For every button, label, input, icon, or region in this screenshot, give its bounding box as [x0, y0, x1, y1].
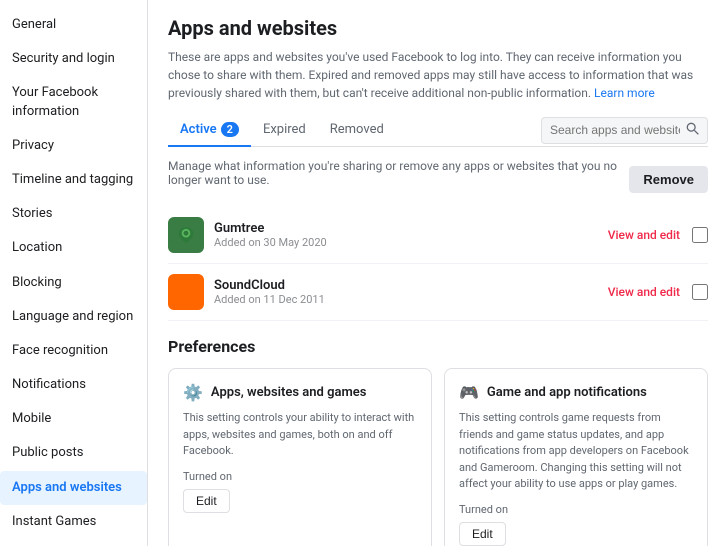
apps-games-title: Apps, websites and games — [211, 385, 367, 400]
pref-card-apps-websites-games: ⚙️ Apps, websites and games This setting… — [168, 368, 432, 546]
game-notif-title: Game and app notifications — [487, 385, 647, 400]
sidebar-item-security[interactable]: Security and login — [0, 42, 147, 76]
sidebar-item-public-posts[interactable]: Public posts — [0, 436, 147, 470]
game-notif-icon: 🎮 — [459, 383, 479, 402]
prefs-grid: ⚙️ Apps, websites and games This setting… — [168, 368, 708, 546]
sidebar-item-general[interactable]: General — [0, 8, 147, 42]
main-content: Apps and websites These are apps and web… — [148, 0, 728, 546]
search-box[interactable] — [541, 117, 708, 144]
sidebar-item-location[interactable]: Location — [0, 231, 147, 265]
prefs-title: Preferences — [168, 337, 708, 356]
page-title: Apps and websites — [168, 16, 708, 40]
sidebar-item-privacy[interactable]: Privacy — [0, 129, 147, 163]
sidebar-item-face[interactable]: Face recognition — [0, 334, 147, 368]
apps-list: Gumtree Added on 30 May 2020 View and ed… — [168, 207, 708, 321]
active-badge: 2 — [221, 122, 239, 137]
sidebar: General Security and login Your Facebook… — [0, 0, 148, 546]
tab-active[interactable]: Active 2 — [168, 114, 251, 147]
game-notif-status: Turned on — [459, 503, 693, 516]
sidebar-item-notifications[interactable]: Notifications — [0, 368, 147, 402]
sidebar-item-facebook-info[interactable]: Your Facebook information — [0, 76, 147, 128]
gumtree-view-edit[interactable]: View and edit — [608, 228, 680, 242]
gumtree-info: Gumtree Added on 30 May 2020 — [214, 221, 608, 249]
search-icon — [686, 122, 699, 139]
app-item-gumtree: Gumtree Added on 30 May 2020 View and ed… — [168, 207, 708, 264]
pref-card-game-notifications: 🎮 Game and app notifications This settin… — [444, 368, 708, 546]
tab-removed[interactable]: Removed — [318, 114, 396, 147]
sidebar-item-apps-websites[interactable]: Apps and websites — [0, 471, 147, 505]
apps-games-icon: ⚙️ — [183, 383, 203, 402]
soundcloud-date: Added on 11 Dec 2011 — [214, 293, 608, 306]
search-input[interactable] — [550, 123, 680, 137]
app-item-soundcloud: SoundCloud Added on 11 Dec 2011 View and… — [168, 264, 708, 321]
game-notif-desc: This setting controls game requests from… — [459, 410, 693, 493]
soundcloud-info: SoundCloud Added on 11 Dec 2011 — [214, 278, 608, 306]
learn-more-link[interactable]: Learn more — [594, 86, 655, 100]
apps-games-desc: This setting controls your ability to in… — [183, 410, 417, 460]
gumtree-checkbox[interactable] — [692, 227, 708, 243]
manage-text: Manage what information you're sharing o… — [168, 159, 629, 187]
soundcloud-checkbox[interactable] — [692, 284, 708, 300]
apps-games-edit-btn[interactable]: Edit — [183, 489, 230, 513]
soundcloud-icon — [168, 274, 204, 310]
remove-button[interactable]: Remove — [629, 166, 708, 193]
sidebar-item-mobile[interactable]: Mobile — [0, 402, 147, 436]
sidebar-item-business[interactable]: Business integrations — [0, 539, 147, 546]
tabs-bar: Active 2 Expired Removed — [168, 114, 708, 147]
soundcloud-name: SoundCloud — [214, 278, 608, 293]
sidebar-item-language[interactable]: Language and region — [0, 300, 147, 334]
gumtree-name: Gumtree — [214, 221, 608, 236]
soundcloud-view-edit[interactable]: View and edit — [608, 285, 680, 299]
description: These are apps and websites you've used … — [168, 48, 708, 102]
sidebar-item-instant-games[interactable]: Instant Games — [0, 505, 147, 539]
apps-games-status: Turned on — [183, 470, 417, 483]
game-notif-edit-btn[interactable]: Edit — [459, 522, 506, 546]
gumtree-icon — [168, 217, 204, 253]
sidebar-item-stories[interactable]: Stories — [0, 197, 147, 231]
gumtree-date: Added on 30 May 2020 — [214, 236, 608, 249]
sidebar-item-timeline[interactable]: Timeline and tagging — [0, 163, 147, 197]
sidebar-item-blocking[interactable]: Blocking — [0, 266, 147, 300]
tab-expired[interactable]: Expired — [251, 114, 318, 147]
